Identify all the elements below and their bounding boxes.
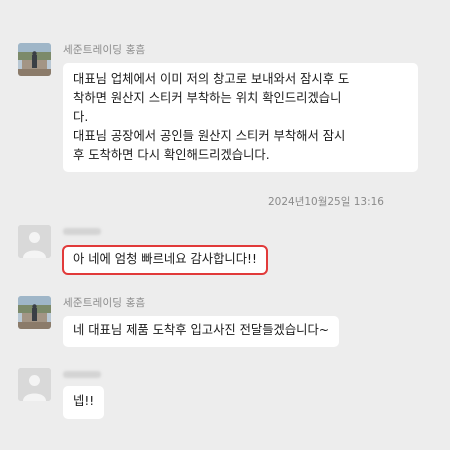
photo-avatar-icon [18, 296, 51, 329]
message-text: 넵!! [73, 394, 95, 408]
sender-avatar[interactable] [18, 368, 51, 401]
message-text: 네 대표님 제품 도착후 입고사진 전달들겠습니다~ [73, 323, 330, 337]
message-paragraph: 대표님 공장에서 공인들 원산지 스티커 부착해서 잠시 후 도착하면 다시 확… [73, 129, 346, 162]
default-user-icon [18, 225, 51, 258]
sender-name-redacted [63, 228, 101, 235]
message-timestamp: 2024년10월25일 13:16 [267, 196, 384, 208]
message-bubble[interactable]: 아 네에 엄청 빠르네요 감사합니다!! [62, 245, 268, 275]
sender-avatar[interactable] [18, 225, 51, 258]
sender-name-redacted [63, 371, 101, 378]
sender-name: 세준트레이딩 홍흠 [63, 297, 146, 309]
default-user-icon [18, 368, 51, 401]
message-paragraph: 대표님 업체에서 이미 저의 창고로 보내와서 잠시후 도 착하면 원산지 스티… [73, 72, 350, 124]
message-bubble[interactable]: 네 대표님 제품 도착후 입고사진 전달들겠습니다~ [63, 316, 340, 347]
sender-avatar[interactable] [18, 43, 51, 76]
sender-avatar[interactable] [18, 296, 51, 329]
message-text: 아 네에 엄청 빠르네요 감사합니다!! [73, 252, 257, 266]
photo-avatar-icon [18, 43, 51, 76]
message-bubble[interactable]: 넵!! [63, 386, 105, 419]
sender-name: 세준트레이딩 홍흠 [63, 44, 146, 56]
message-bubble[interactable]: 대표님 업체에서 이미 저의 창고로 보내와서 잠시후 도 착하면 원산지 스티… [63, 63, 418, 172]
